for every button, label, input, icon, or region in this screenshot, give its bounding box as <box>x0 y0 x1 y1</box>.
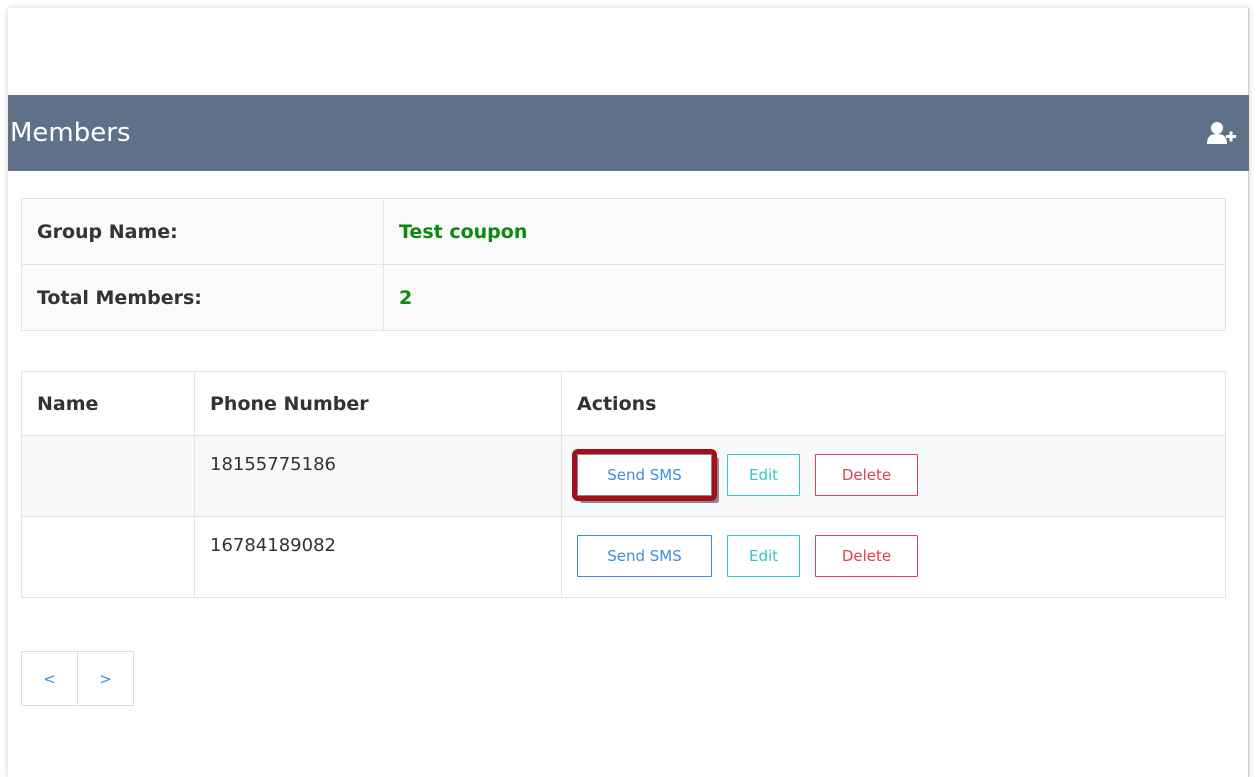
member-name-cell <box>21 435 195 517</box>
group-info-table: Group Name: Test coupon Total Members: 2 <box>21 198 1226 331</box>
member-phone-cell: 18155775186 <box>194 435 562 517</box>
column-header-actions: Actions <box>561 371 1226 436</box>
edit-button[interactable]: Edit <box>727 535 800 577</box>
group-name-row: Group Name: Test coupon <box>21 198 1226 265</box>
members-table: Name Phone Number Actions 18155775186 Se… <box>21 371 1226 598</box>
add-user-icon[interactable] <box>1207 121 1237 145</box>
group-name-value: Test coupon <box>383 198 1226 265</box>
column-header-name: Name <box>21 371 195 436</box>
members-card: Members Group Name: Test coupon Total Me… <box>8 8 1249 777</box>
pagination: < > <box>21 651 134 706</box>
member-name-cell <box>21 516 195 598</box>
delete-button[interactable]: Delete <box>815 454 918 496</box>
page-title: Members <box>10 118 131 148</box>
group-name-label: Group Name: <box>21 198 384 265</box>
send-sms-button[interactable]: Send SMS <box>577 535 712 577</box>
column-header-phone: Phone Number <box>194 371 562 436</box>
members-header: Members <box>8 95 1249 171</box>
table-row: 18155775186 Send SMS Edit Delete <box>21 435 1226 517</box>
total-members-value: 2 <box>383 264 1226 331</box>
send-sms-button[interactable]: Send SMS <box>572 449 717 501</box>
member-actions-cell: Send SMS Edit Delete <box>561 516 1226 598</box>
table-header-row: Name Phone Number Actions <box>21 371 1226 436</box>
member-actions-cell: Send SMS Edit Delete <box>561 435 1226 517</box>
edit-button[interactable]: Edit <box>727 454 800 496</box>
total-members-row: Total Members: 2 <box>21 264 1226 331</box>
next-page-button[interactable]: > <box>77 651 134 706</box>
delete-button[interactable]: Delete <box>815 535 918 577</box>
member-phone-cell: 16784189082 <box>194 516 562 598</box>
previous-page-button[interactable]: < <box>21 651 78 706</box>
total-members-label: Total Members: <box>21 264 384 331</box>
table-row: 16784189082 Send SMS Edit Delete <box>21 516 1226 598</box>
